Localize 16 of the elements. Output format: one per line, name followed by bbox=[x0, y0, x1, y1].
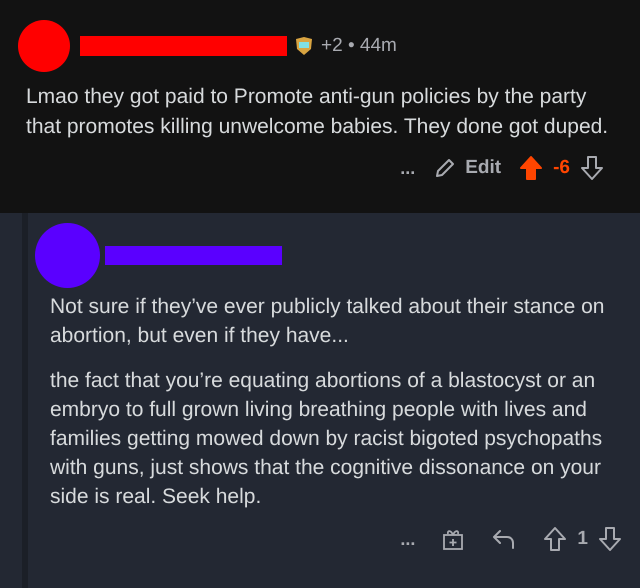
edit-button[interactable]: Edit bbox=[433, 154, 502, 182]
gift-icon[interactable] bbox=[441, 527, 466, 552]
shield-icon bbox=[293, 35, 315, 57]
downvote-icon[interactable] bbox=[580, 155, 604, 182]
reply-text: Not sure if they’ve ever publicly talked about their stance on abortion, but even if they have... bbox=[50, 294, 606, 349]
score: 1 bbox=[577, 527, 588, 551]
upvote-icon[interactable] bbox=[519, 155, 544, 182]
score: -6 bbox=[553, 156, 570, 180]
upvote-icon[interactable] bbox=[543, 526, 568, 552]
comment-meta: +2 • 44m bbox=[321, 34, 397, 58]
comment-text: Lmao they got paid to Promote anti-gun policies by the party that promotes killing unwelcome babies. They done got duped. bbox=[26, 84, 610, 140]
reply-text: the fact that you’re equating abortions of a blastocyst or an embryo to full grown living breathing people with lives and families getting mowed down by racist bigoted psychopaths with guns, just shows that the cognitive dissonance on your side is real. Seek help. bbox=[50, 368, 604, 510]
avatar bbox=[18, 20, 70, 72]
more-button[interactable]: ... bbox=[400, 526, 416, 553]
more-button[interactable]: ... bbox=[400, 154, 416, 182]
downvote-icon[interactable] bbox=[598, 526, 622, 552]
